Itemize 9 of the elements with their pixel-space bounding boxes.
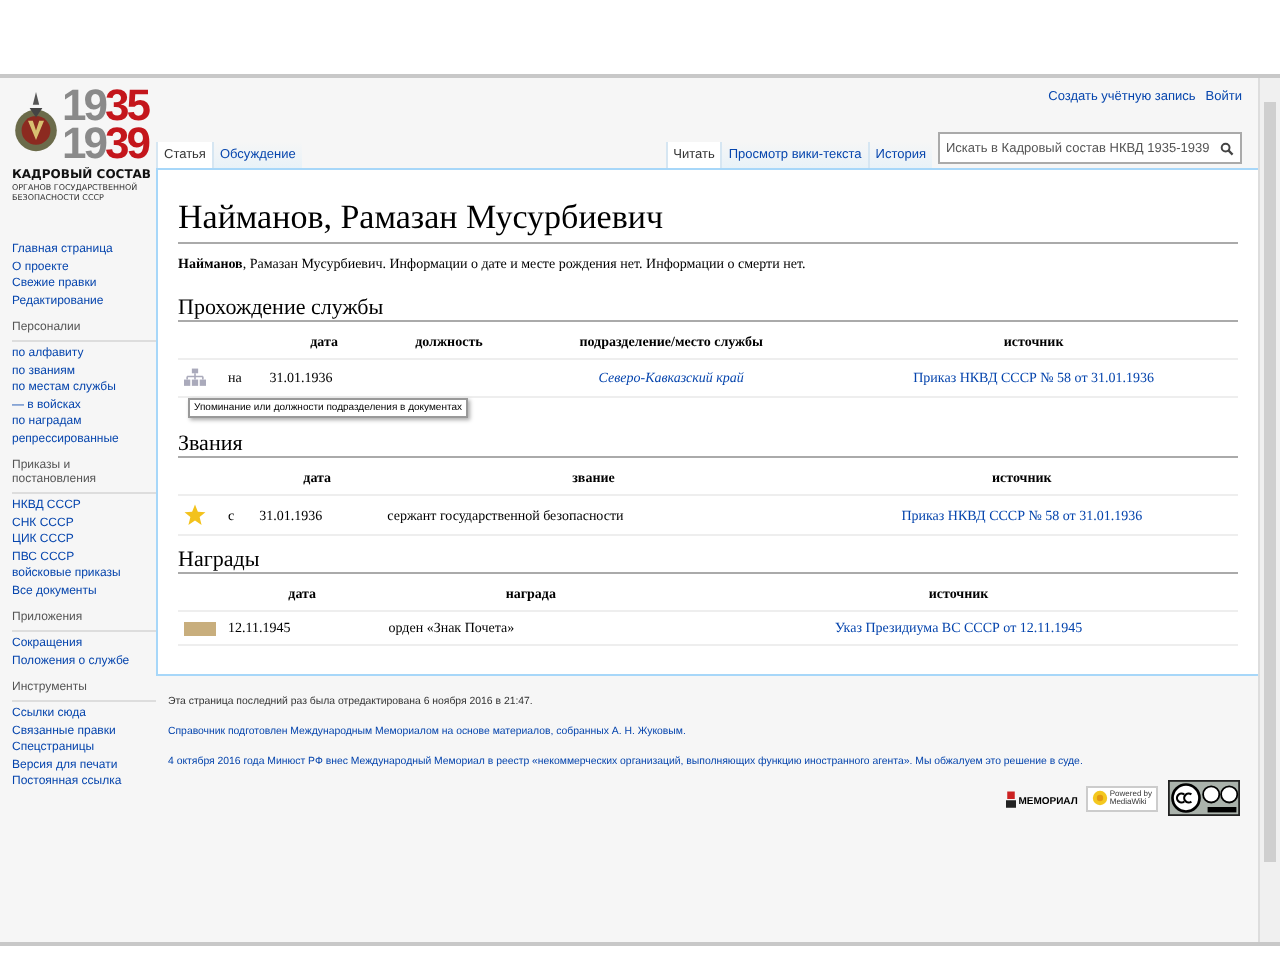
page-title: Найманов, Рамазан Мусурбиевич — [178, 198, 1238, 244]
search-icon[interactable] — [1220, 141, 1234, 155]
star-icon — [184, 504, 206, 526]
creative-commons-icon[interactable] — [1166, 780, 1242, 816]
section-heading: Звания — [178, 432, 1238, 458]
hierarchy-icon — [184, 368, 206, 388]
section-heading: Прохождение службы — [178, 296, 1238, 322]
section-heading: Награды — [178, 548, 1238, 574]
scrollbar[interactable] — [1258, 78, 1280, 942]
